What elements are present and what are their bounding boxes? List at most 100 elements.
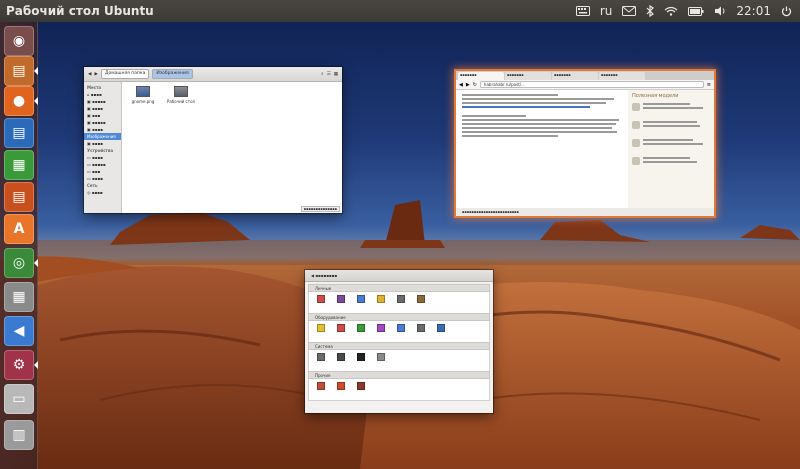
settings-item-icon[interactable] <box>377 353 385 361</box>
settings-section-header: Оборудование <box>308 313 490 321</box>
system-settings-window[interactable]: ◀ ▪▪▪▪▪▪▪▪ Личные Оборудование Система Проч… <box>305 270 493 413</box>
system-tray: ru 22:01 <box>575 0 792 22</box>
launcher-libreoffice-impress-icon[interactable]: ▤ <box>4 182 34 212</box>
launcher-libreoffice-calc-icon[interactable]: ▦ <box>4 150 34 180</box>
launcher-trash-icon[interactable]: ▥ <box>4 420 34 450</box>
settings-item-icon[interactable] <box>417 324 425 332</box>
settings-item-icon[interactable] <box>317 324 325 332</box>
launcher-calculator-icon[interactable]: ▦ <box>4 282 34 312</box>
settings-item-icon[interactable] <box>377 295 385 303</box>
aside-title: Полезная модели <box>632 93 679 99</box>
search-icon[interactable]: ⌕ <box>321 71 324 77</box>
browser-tab[interactable]: ▪▪▪▪▪▪▪ <box>552 72 598 80</box>
power-icon[interactable] <box>781 6 792 17</box>
sidebar-header-network: Сеть <box>87 183 98 188</box>
settings-section: Личные <box>308 284 490 314</box>
sidebar-item[interactable]: ▭ ▪▪▪ <box>84 168 121 175</box>
status-bar: ▪▪▪▪▪▪▪▪▪▪▪▪▪▪ <box>300 206 340 212</box>
sidebar-header-places: Места <box>87 85 102 90</box>
launcher-chromium-icon[interactable]: ◎ <box>4 248 34 278</box>
breadcrumb-home[interactable]: Домашняя папка <box>100 69 150 79</box>
settings-section-body <box>308 321 490 343</box>
top-panel: Рабочий стол Ubuntu ru 22:01 <box>0 0 800 22</box>
sidebar-item-pictures[interactable]: Изображения <box>84 133 121 140</box>
settings-item-icon[interactable] <box>317 353 325 361</box>
settings-section: Оборудование <box>308 313 490 343</box>
settings-item-icon[interactable] <box>317 295 325 303</box>
sidebar-item[interactable]: ▣ ▪▪▪▪▪ <box>84 119 121 126</box>
back-icon[interactable]: ◀ <box>88 72 91 77</box>
settings-item-icon[interactable] <box>357 324 365 332</box>
forward-icon[interactable]: ▶ <box>466 82 470 88</box>
settings-item-icon[interactable] <box>357 353 365 361</box>
settings-section: Прочие <box>308 371 490 401</box>
bluetooth-icon[interactable] <box>646 5 655 17</box>
browser-window[interactable]: ▪▪▪▪▪▪▪ ▪▪▪▪▪▪▪ ▪▪▪▪▪▪▪ ▪▪▪▪▪▪▪ ◀ ▶ ↻ ha… <box>456 71 714 216</box>
keyboard-icon[interactable] <box>575 6 590 16</box>
settings-section-header: Прочие <box>308 371 490 379</box>
settings-item-icon[interactable] <box>337 382 345 390</box>
browser-tabs: ▪▪▪▪▪▪▪ ▪▪▪▪▪▪▪ ▪▪▪▪▪▪▪ ▪▪▪▪▪▪▪ <box>456 71 714 80</box>
launcher-files-icon[interactable]: ▤ <box>4 56 34 86</box>
menu-icon[interactable]: ≡ <box>707 82 711 88</box>
launcher-firefox-icon[interactable]: ● <box>4 86 34 116</box>
mail-icon[interactable] <box>622 6 637 16</box>
settings-item-icon[interactable] <box>337 295 345 303</box>
web-page-content <box>456 90 628 208</box>
settings-item-icon[interactable] <box>357 382 365 390</box>
sidebar-item[interactable]: ▣ ▪▪▪▪ <box>84 105 121 112</box>
file-name: Рабочий стол <box>166 99 196 104</box>
settings-item-icon[interactable] <box>317 382 325 390</box>
launcher-dash-home-icon[interactable]: ◉ <box>4 26 34 56</box>
file-name: gnome.png <box>131 99 155 104</box>
file-item[interactable]: gnome.png <box>128 86 158 104</box>
settings-item-icon[interactable] <box>357 295 365 303</box>
browser-tab[interactable]: ▪▪▪▪▪▪▪ <box>599 72 645 80</box>
sidebar-item[interactable]: ▭ ▪▪▪▪▪ <box>84 161 121 168</box>
unity-launcher: ◉ ▤ ● ▤ ▦ ▤ A ◎ ▦ ◀ ⚙ ▭ ▥ <box>0 22 38 469</box>
browser-tab[interactable]: ▪▪▪▪▪▪▪ <box>505 72 551 80</box>
file-item[interactable]: Рабочий стол <box>166 86 196 104</box>
grid-view-icon[interactable]: ▦ <box>334 72 338 77</box>
back-icon[interactable]: ◀ <box>459 82 463 88</box>
reload-icon[interactable]: ↻ <box>473 82 477 88</box>
url-field[interactable]: habrahabr.ru/post/... <box>479 81 704 88</box>
settings-item-icon[interactable] <box>397 295 405 303</box>
clock[interactable]: 22:01 <box>736 4 771 18</box>
sidebar-item[interactable]: ◎ ▪▪▪▪ <box>84 189 121 196</box>
launcher-libreoffice-writer-icon[interactable]: ▤ <box>4 118 34 148</box>
wifi-icon[interactable] <box>664 6 678 16</box>
file-manager-sidebar: Места ⌂ ▪▪▪▪ ▣ ▪▪▪▪▪ ▣ ▪▪▪▪ ▣ ▪▪▪ ▣ ▪▪▪▪… <box>84 82 122 213</box>
launcher-drive-icon[interactable]: ▭ <box>4 384 34 414</box>
sidebar-header-devices: Устройства <box>87 148 114 153</box>
panel-title: Рабочий стол Ubuntu <box>6 4 154 18</box>
sidebar-item[interactable]: ▣ ▪▪▪▪ <box>84 140 121 147</box>
sidebar-item[interactable]: ▣ ▪▪▪ <box>84 112 121 119</box>
launcher-system-settings-icon[interactable]: ⚙ <box>4 350 34 380</box>
sidebar-item[interactable]: ▣ ▪▪▪▪ <box>84 126 121 133</box>
forward-icon[interactable]: ▶ <box>94 72 97 77</box>
sidebar-item[interactable]: ▭ ▪▪▪▪ <box>84 175 121 182</box>
volume-icon[interactable] <box>714 6 726 16</box>
settings-item-icon[interactable] <box>437 324 445 332</box>
settings-item-icon[interactable] <box>377 324 385 332</box>
battery-icon[interactable] <box>688 6 704 16</box>
breadcrumb-pictures[interactable]: Изображения <box>152 69 193 79</box>
sidebar-item[interactable]: ▭ ▪▪▪▪ <box>84 154 121 161</box>
settings-item-icon[interactable] <box>337 353 345 361</box>
sidebar-item[interactable]: ▣ ▪▪▪▪▪ <box>84 98 121 105</box>
settings-item-icon[interactable] <box>417 295 425 303</box>
web-page-aside: Полезная модели <box>628 90 714 208</box>
list-view-icon[interactable]: ☰ <box>327 72 331 77</box>
settings-item-icon[interactable] <box>397 324 405 332</box>
settings-item-icon[interactable] <box>337 324 345 332</box>
launcher-software-center-icon[interactable]: A <box>4 214 34 244</box>
launcher-sound-icon[interactable]: ◀ <box>4 316 34 346</box>
sidebar-item[interactable]: ⌂ ▪▪▪▪ <box>84 91 121 98</box>
file-manager-toolbar: ◀ ▶ Домашняя папка Изображения ⌕ ☰ ▦ <box>84 67 342 82</box>
settings-section-header: Система <box>308 342 490 350</box>
browser-tab[interactable]: ▪▪▪▪▪▪▪ <box>458 72 504 80</box>
file-manager-window[interactable]: ◀ ▶ Домашняя папка Изображения ⌕ ☰ ▦ Мес… <box>84 67 342 213</box>
running-indicator <box>34 97 38 105</box>
keyboard-layout[interactable]: ru <box>600 4 613 18</box>
